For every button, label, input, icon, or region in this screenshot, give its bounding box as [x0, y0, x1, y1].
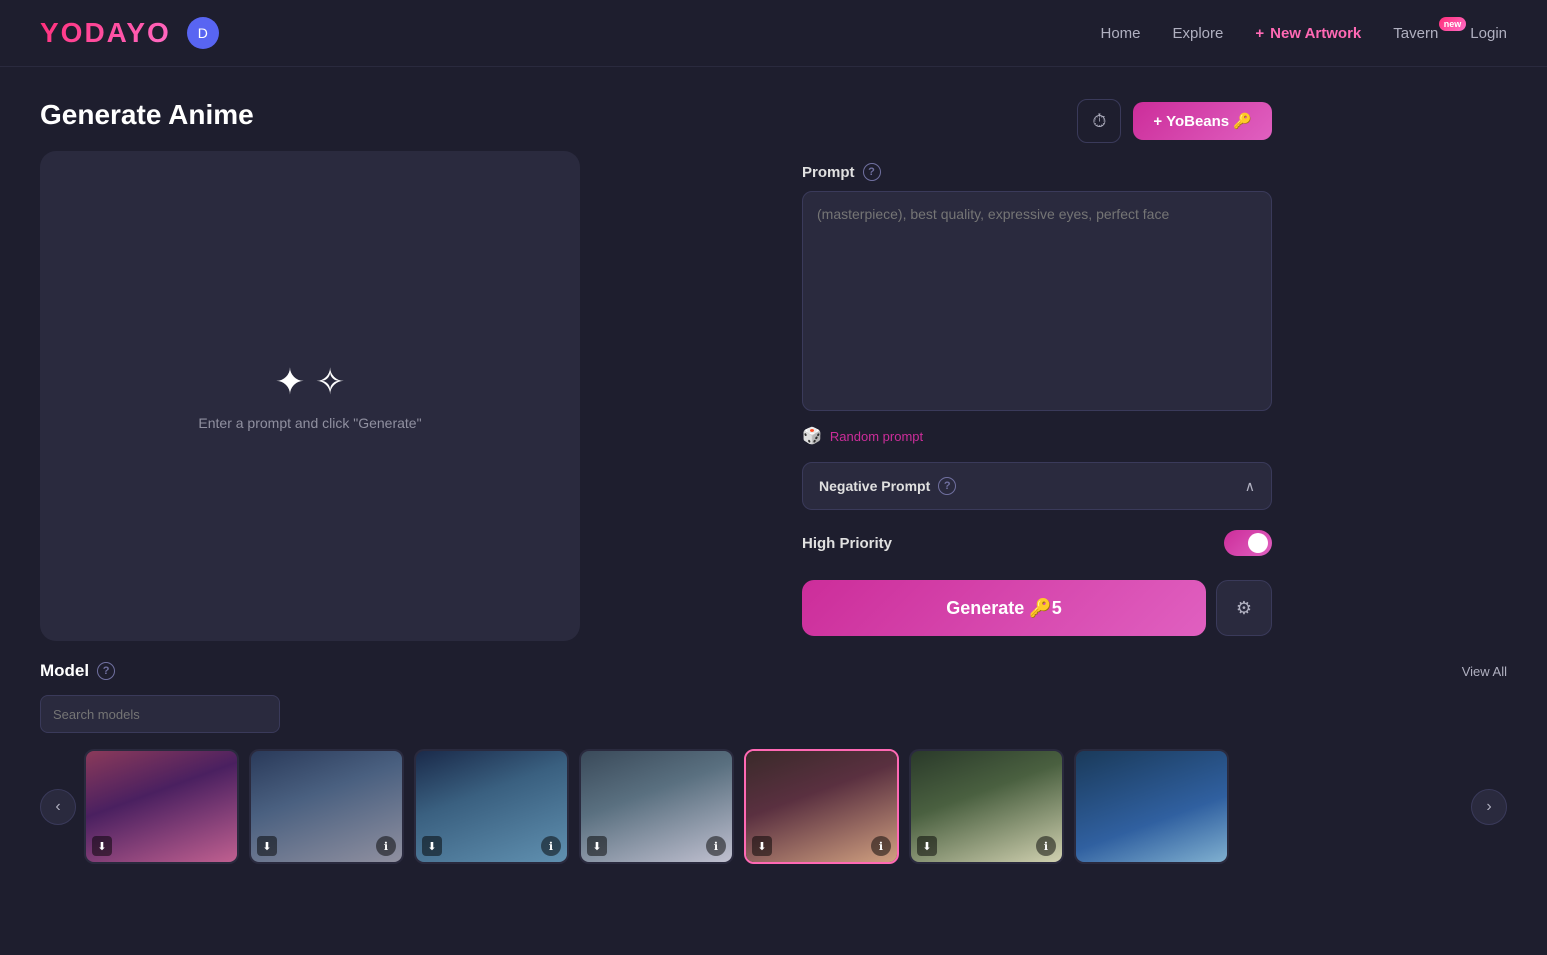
high-priority-toggle[interactable] — [1224, 530, 1272, 556]
model-download-icon: ⬇ — [422, 836, 442, 856]
model-download-icon: ⬇ — [752, 836, 772, 856]
negative-prompt-label: Negative Prompt — [819, 478, 930, 494]
model-download-icon: ⬇ — [917, 836, 937, 856]
bottom-section: Model ? View All ‹ ⬇ ℹ ⬇ ℹ ⬇ — [0, 641, 1547, 894]
search-input-wrap — [40, 695, 1507, 733]
prompt-label: Prompt ? — [802, 163, 1272, 181]
model-info-icon: ℹ — [871, 836, 891, 856]
nav-explore[interactable]: Explore — [1173, 25, 1224, 42]
model-download-icon: ⬇ — [257, 836, 277, 856]
discord-icon[interactable]: D — [187, 17, 219, 49]
model-info-icon: ℹ — [376, 836, 396, 856]
search-models-input[interactable] — [40, 695, 280, 733]
high-priority-label: High Priority — [802, 535, 892, 552]
model-info-icon: ℹ — [541, 836, 561, 856]
yobeans-label: + YoBeans 🔑 — [1153, 112, 1252, 130]
model-download-icon: ⬇ — [92, 836, 112, 856]
negative-prompt-bar[interactable]: Negative Prompt ? ∧ — [802, 462, 1272, 510]
model-card[interactable]: ⬇ — [84, 749, 239, 864]
yobeans-button[interactable]: + YoBeans 🔑 — [1133, 102, 1272, 140]
nav-tavern[interactable]: Tavern new — [1393, 25, 1438, 42]
generate-row: Generate 🔑5 ⚙ — [802, 580, 1272, 636]
generate-button[interactable]: Generate 🔑5 — [802, 580, 1206, 636]
sparkle-icon: ✦ ✧ — [275, 361, 345, 403]
chevron-up-icon: ∧ — [1245, 478, 1255, 495]
settings-button[interactable]: ⚙ — [1216, 580, 1272, 636]
header-nav: Home Explore + New Artwork Tavern new Lo… — [1100, 25, 1507, 42]
dice-icon: 🎲 — [802, 426, 822, 446]
history-button[interactable]: ⏱ — [1077, 99, 1121, 143]
random-prompt-button[interactable]: 🎲 Random prompt — [802, 426, 1272, 446]
model-header: Model ? View All — [40, 661, 1507, 681]
model-card[interactable] — [1074, 749, 1229, 864]
model-title: Model ? — [40, 661, 115, 681]
prompt-label-text: Prompt — [802, 164, 855, 181]
page-title: Generate Anime — [40, 99, 770, 131]
model-card[interactable]: ℹ ⬇ — [579, 749, 734, 864]
left-panel: Generate Anime ✦ ✧ Enter a prompt and cl… — [40, 99, 770, 641]
model-carousel: ‹ ⬇ ℹ ⬇ ℹ ⬇ ℹ ⬇ ℹ — [40, 749, 1507, 864]
tavern-new-badge: new — [1439, 17, 1467, 31]
canvas-area: ✦ ✧ Enter a prompt and click "Generate" — [40, 151, 580, 641]
negative-prompt-help-icon[interactable]: ? — [938, 477, 956, 495]
negative-prompt-bar-left: Negative Prompt ? — [819, 477, 956, 495]
logo[interactable]: YODAYO — [40, 17, 171, 49]
model-card[interactable]: ℹ ⬇ — [414, 749, 569, 864]
model-card[interactable]: ℹ ⬇ — [909, 749, 1064, 864]
prompt-textarea[interactable] — [802, 191, 1272, 411]
model-help-icon[interactable]: ? — [97, 662, 115, 680]
model-title-text: Model — [40, 661, 89, 681]
high-priority-row: High Priority — [802, 526, 1272, 560]
plus-icon: + — [1255, 25, 1264, 42]
carousel-next-button[interactable]: › — [1471, 789, 1507, 825]
model-card[interactable]: ℹ ⬇ — [249, 749, 404, 864]
main-content: Generate Anime ✦ ✧ Enter a prompt and cl… — [0, 67, 1547, 641]
settings-icon: ⚙ — [1236, 598, 1252, 619]
header-left: YODAYO D — [40, 17, 219, 49]
prompt-help-icon[interactable]: ? — [863, 163, 881, 181]
generate-label: Generate 🔑5 — [946, 598, 1061, 619]
random-prompt-label: Random prompt — [830, 429, 923, 444]
view-all-link[interactable]: View All — [1462, 664, 1507, 679]
nav-login[interactable]: Login — [1470, 25, 1507, 42]
header: YODAYO D Home Explore + New Artwork Tave… — [0, 0, 1547, 67]
model-download-icon: ⬇ — [587, 836, 607, 856]
right-panel: ⏱ + YoBeans 🔑 Prompt ? 🎲 Random prompt N… — [802, 99, 1272, 641]
model-info-icon: ℹ — [706, 836, 726, 856]
new-artwork-label: New Artwork — [1270, 25, 1361, 42]
nav-home[interactable]: Home — [1100, 25, 1140, 42]
model-info-icon: ℹ — [1036, 836, 1056, 856]
nav-new-artwork[interactable]: + New Artwork — [1255, 25, 1361, 42]
carousel-prev-button[interactable]: ‹ — [40, 789, 76, 825]
model-card-selected[interactable]: ℹ ⬇ — [744, 749, 899, 864]
top-actions: ⏱ + YoBeans 🔑 — [802, 99, 1272, 143]
model-grid: ⬇ ℹ ⬇ ℹ ⬇ ℹ ⬇ ℹ ⬇ — [76, 749, 1471, 864]
tavern-label: Tavern — [1393, 25, 1438, 42]
canvas-hint: Enter a prompt and click "Generate" — [198, 415, 421, 431]
